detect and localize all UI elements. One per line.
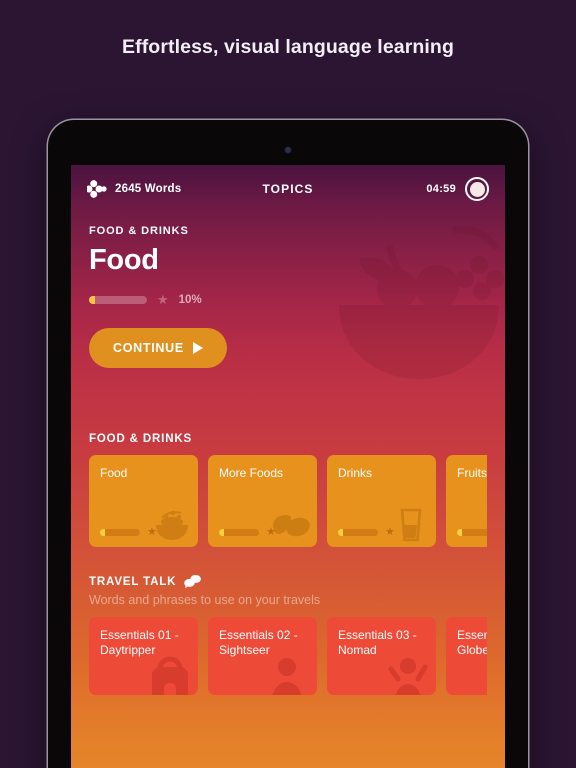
topic-card-title: Food — [100, 466, 128, 480]
hero-progress: ★ 10% — [89, 293, 487, 306]
front-camera-icon — [285, 147, 291, 153]
topic-card[interactable]: Drinks ★ — [327, 455, 436, 547]
topic-card[interactable]: Essentials 01 - Daytripper — [89, 617, 198, 695]
card-progress-fill — [338, 529, 343, 536]
card-progress-bar — [338, 529, 378, 536]
card-progress-fill — [100, 529, 105, 536]
topic-card-footer: ★ — [457, 527, 487, 538]
star-icon: ★ — [385, 526, 395, 538]
topic-card[interactable]: Food ★ — [89, 455, 198, 547]
avatar-dot — [469, 181, 485, 197]
glass-icon — [400, 508, 422, 542]
section-travel-talk: TRAVEL TALK Words and phrases to use on … — [71, 575, 505, 695]
section-heading-label: TRAVEL TALK — [89, 576, 177, 588]
progress-percent-label: 10% — [178, 293, 202, 306]
topic-card-title: Drinks — [338, 466, 373, 480]
promo-page: Effortless, visual language learning 264… — [0, 0, 576, 768]
star-icon: ★ — [266, 526, 276, 538]
topic-card-title: More Foods — [219, 466, 284, 480]
status-bar-right: 04:59 — [426, 177, 489, 201]
topic-card-footer: ★ — [219, 527, 276, 538]
card-progress-fill — [457, 529, 462, 536]
topic-card[interactable]: Essentials 02 - Sightseer — [208, 617, 317, 695]
bread-icon — [273, 515, 310, 537]
section-heading: TRAVEL TALK — [89, 575, 487, 589]
topic-card[interactable]: Fruits ★ — [446, 455, 487, 547]
person-icon — [272, 658, 302, 695]
continue-button-label: CONTINUE — [113, 341, 184, 355]
topic-card-title: Essentials 04 - Globetrotter — [457, 628, 487, 657]
continue-button[interactable]: CONTINUE — [89, 328, 227, 368]
section-subtitle: Words and phrases to use on your travels — [89, 593, 321, 607]
progress-bar-fill — [89, 295, 95, 304]
app-status-bar: 2645 Words TOPICS 04:59 — [71, 165, 505, 213]
hero-section: FOOD & DRINKS Food ★ 10% CONTINUE — [71, 213, 505, 368]
card-progress-bar — [457, 529, 487, 536]
hero-title: Food — [89, 244, 159, 276]
rice-bowl-icon — [156, 510, 188, 540]
tablet-screen: 2645 Words TOPICS 04:59 FOOD & DRINKS Fo… — [71, 165, 505, 768]
hero-eyebrow: FOOD & DRINKS — [89, 225, 189, 237]
section-heading-label: FOOD & DRINKS — [89, 433, 193, 445]
word-count-widget[interactable]: 2645 Words — [87, 180, 181, 198]
speech-bubbles-icon — [184, 575, 202, 589]
food-cards-rail[interactable]: Food ★ More Foods ★ Drinks ★ Fruits — [89, 455, 487, 547]
card-progress-fill — [219, 529, 224, 536]
star-icon: ★ — [147, 526, 157, 538]
topic-card-footer: ★ — [100, 527, 157, 538]
avatar-ring-icon[interactable] — [465, 177, 489, 201]
app-gradient-background: 2645 Words TOPICS 04:59 FOOD & DRINKS Fo… — [71, 165, 505, 768]
topic-card-footer: ★ — [338, 527, 395, 538]
clover-logo-icon — [87, 180, 107, 198]
topic-card[interactable]: Essentials 03 - Nomad — [327, 617, 436, 695]
card-progress-bar — [100, 529, 140, 536]
tablet-device-frame: 2645 Words TOPICS 04:59 FOOD & DRINKS Fo… — [48, 120, 528, 768]
card-progress-bar — [219, 529, 259, 536]
topic-card[interactable]: Essentials 04 - Globetrotter — [446, 617, 487, 695]
section-food-drinks: FOOD & DRINKS Food ★ More Foods ★ Drinks… — [71, 433, 505, 547]
travel-cards-rail[interactable]: Essentials 01 - Daytripper Essentials 02… — [89, 617, 487, 695]
topic-card[interactable]: More Foods ★ — [208, 455, 317, 547]
topic-card-title: Fruits — [457, 466, 487, 480]
progress-bar — [89, 295, 147, 304]
star-icon: ★ — [157, 292, 169, 307]
section-heading: FOOD & DRINKS — [89, 433, 487, 445]
session-timer: 04:59 — [426, 183, 456, 195]
play-triangle-icon — [192, 342, 203, 354]
traveler-icon — [388, 658, 428, 695]
word-count-label: 2645 Words — [115, 183, 182, 195]
page-headline: Effortless, visual language learning — [122, 36, 454, 58]
backpack-icon — [152, 656, 188, 695]
